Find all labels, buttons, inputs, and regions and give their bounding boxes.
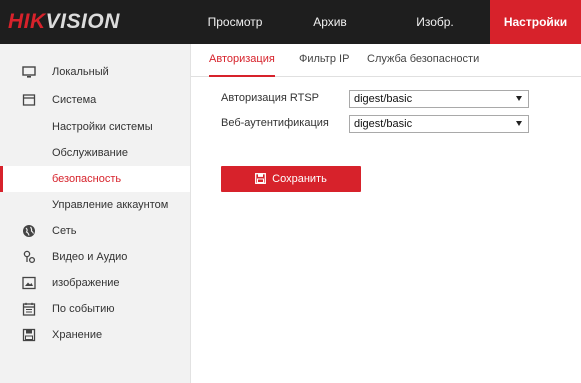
sidebar-item-network[interactable]: Сеть <box>0 218 190 244</box>
sidebar-item-label: Настройки системы <box>52 121 153 133</box>
save-button-label: Сохранить <box>272 173 327 185</box>
sidebar-item-security[interactable]: безопасность <box>0 166 190 192</box>
sidebar-item-maintenance[interactable]: Обслуживание <box>0 140 190 166</box>
top-bar: HIKVISION Просмотр Архив Изобр. Настройк… <box>0 0 581 44</box>
tab-security-service[interactable]: Служба безопасности <box>367 44 479 76</box>
sidebar-item-image[interactable]: изображение <box>0 270 190 296</box>
tab-label: Служба безопасности <box>367 53 480 65</box>
nav-configuration[interactable]: Настройки <box>490 0 581 44</box>
sidebar-item-label: Хранение <box>52 329 103 341</box>
save-button[interactable]: Сохранить <box>221 166 361 192</box>
monitor-icon <box>22 66 36 78</box>
logo-vision: VISION <box>45 10 120 33</box>
globe-icon <box>23 225 35 237</box>
web-auth-label: Веб-аутентификация <box>221 117 329 129</box>
calendar-icon <box>22 302 36 316</box>
sidebar-item-label: Видео и Аудио <box>52 251 128 263</box>
sidebar-item-label: Обслуживание <box>52 147 128 159</box>
sidebar-item-label: изображение <box>52 277 120 289</box>
active-tab-underline <box>209 75 275 77</box>
rtsp-auth-value: digest/basic <box>354 93 413 105</box>
sidebar-item-local[interactable]: Локальный <box>0 59 190 85</box>
nav-playback[interactable]: Архив <box>280 0 380 44</box>
chevron-down-icon <box>516 96 522 101</box>
sidebar-item-system[interactable]: Система <box>0 87 190 113</box>
sidebar-item-label: Система <box>52 94 97 106</box>
nav-live-view[interactable]: Просмотр <box>190 0 280 44</box>
sidebar-item-label: Локальный <box>52 66 109 78</box>
save-disk-icon <box>255 173 267 184</box>
sidebar-item-system-settings[interactable]: Настройки системы <box>0 114 190 140</box>
rtsp-auth-select[interactable]: digest/basic <box>349 90 529 108</box>
tab-label: Авторизация <box>209 53 275 65</box>
sidebar-item-label: безопасность <box>52 173 122 185</box>
video-audio-icon <box>23 250 36 264</box>
tab-ip-filter[interactable]: Фильтр IP <box>299 44 349 76</box>
chevron-down-icon <box>516 121 522 126</box>
tab-label: Фильтр IP <box>299 53 350 65</box>
active-indicator <box>0 166 3 192</box>
sidebar-item-label: Сеть <box>52 225 77 237</box>
sidebar-item-label: По событию <box>52 303 115 315</box>
storage-icon <box>22 328 36 342</box>
web-auth-value: digest/basic <box>354 118 413 130</box>
tab-authentication[interactable]: Авторизация <box>209 44 275 77</box>
nav-picture[interactable]: Изобр. <box>380 0 490 44</box>
image-icon <box>22 276 36 290</box>
rtsp-auth-label: Авторизация RTSP <box>221 92 319 104</box>
logo-hik: HIK <box>8 10 46 33</box>
sidebar: Локальный Система Настройки системы Обсл… <box>0 44 191 383</box>
sidebar-item-video-audio[interactable]: Видео и Аудио <box>0 244 190 270</box>
sidebar-item-label: Управление аккаунтом <box>52 199 169 211</box>
sidebar-item-storage[interactable]: Хранение <box>0 322 190 348</box>
sidebar-item-event[interactable]: По событию <box>0 296 190 322</box>
web-auth-select[interactable]: digest/basic <box>349 115 529 133</box>
hikvision-logo: HIKVISION <box>8 10 120 34</box>
tab-bar: Авторизация Фильтр IP Служба безопасност… <box>191 44 581 77</box>
system-icon <box>22 94 36 106</box>
main-content: Авторизация Фильтр IP Служба безопасност… <box>191 44 581 383</box>
sidebar-item-account-management[interactable]: Управление аккаунтом <box>0 192 190 218</box>
